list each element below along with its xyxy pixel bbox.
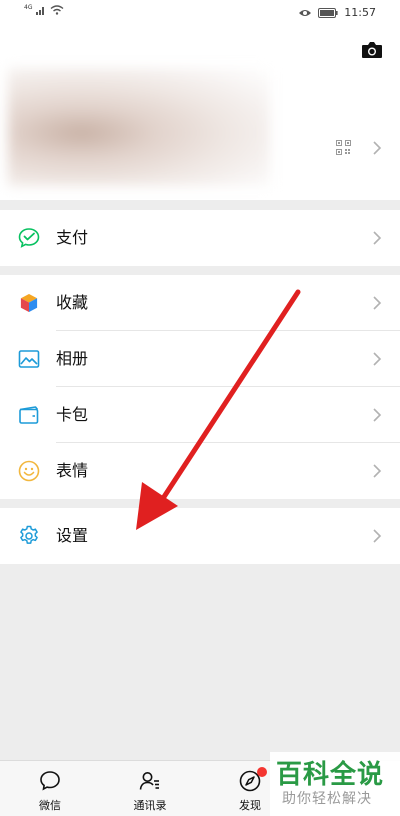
menu-group-main: 收藏 相册 卡包 表情 bbox=[0, 275, 400, 499]
chevron-right-icon bbox=[373, 296, 382, 310]
nav-tab-chats[interactable]: 微信 bbox=[0, 761, 100, 816]
menu-label-favorites: 收藏 bbox=[56, 293, 89, 312]
favorites-cube-icon bbox=[20, 293, 38, 313]
menu-label-album: 相册 bbox=[56, 349, 89, 368]
watermark-title: 百科全说 bbox=[276, 760, 385, 790]
network-type-label: 4G bbox=[24, 3, 33, 11]
watermark-subtitle: 助你轻松解决 bbox=[282, 791, 372, 807]
chevron-right-icon bbox=[373, 464, 382, 478]
profile-header[interactable] bbox=[0, 26, 400, 200]
menu-item-favorites[interactable]: 收藏 bbox=[0, 275, 400, 331]
camera-icon[interactable] bbox=[361, 41, 383, 59]
album-icon bbox=[18, 350, 40, 368]
chevron-right-icon bbox=[373, 231, 382, 245]
card-wallet-icon bbox=[19, 406, 39, 424]
menu-label-pay: 支付 bbox=[56, 228, 89, 247]
nav-tab-contacts[interactable]: 通讯录 bbox=[100, 761, 200, 816]
wechat-pay-icon bbox=[18, 228, 40, 248]
qr-code-icon[interactable] bbox=[336, 140, 351, 155]
notification-dot bbox=[257, 767, 267, 777]
eye-comfort-icon bbox=[299, 9, 312, 16]
status-right: 11:57 bbox=[298, 6, 376, 19]
menu-label-stickers: 表情 bbox=[56, 461, 89, 480]
contacts-icon bbox=[139, 772, 159, 790]
menu-item-pay[interactable]: 支付 bbox=[0, 210, 400, 266]
battery-icon bbox=[318, 7, 338, 18]
blurred-profile-info bbox=[8, 68, 270, 186]
status-bar: 4G 11:57 bbox=[0, 0, 400, 26]
chevron-right-icon[interactable] bbox=[372, 140, 382, 156]
chevron-right-icon bbox=[373, 408, 382, 422]
chevron-right-icon bbox=[373, 529, 382, 543]
nav-label-chats: 微信 bbox=[39, 799, 61, 812]
status-left: 4G bbox=[24, 3, 64, 15]
nav-label-contacts: 通讯录 bbox=[133, 799, 167, 812]
gear-icon bbox=[20, 525, 38, 544]
menu-item-settings[interactable]: 设置 bbox=[0, 508, 400, 564]
wifi-icon bbox=[51, 5, 64, 15]
chevron-right-icon bbox=[373, 352, 382, 366]
menu-group-settings: 设置 bbox=[0, 508, 400, 564]
menu-label-settings: 设置 bbox=[56, 526, 89, 545]
chat-bubble-icon bbox=[40, 771, 60, 791]
menu-item-cards[interactable]: 卡包 bbox=[0, 387, 400, 443]
menu-item-album[interactable]: 相册 bbox=[0, 331, 400, 387]
signal-icon bbox=[36, 7, 45, 15]
sticker-smiley-icon bbox=[18, 460, 40, 482]
menu-item-stickers[interactable]: 表情 bbox=[0, 443, 400, 499]
watermark-logo: 百科全说 助你轻松解决 bbox=[270, 752, 400, 816]
status-time: 11:57 bbox=[344, 6, 376, 19]
menu-group-pay: 支付 bbox=[0, 210, 400, 266]
menu-label-cards: 卡包 bbox=[56, 405, 89, 424]
